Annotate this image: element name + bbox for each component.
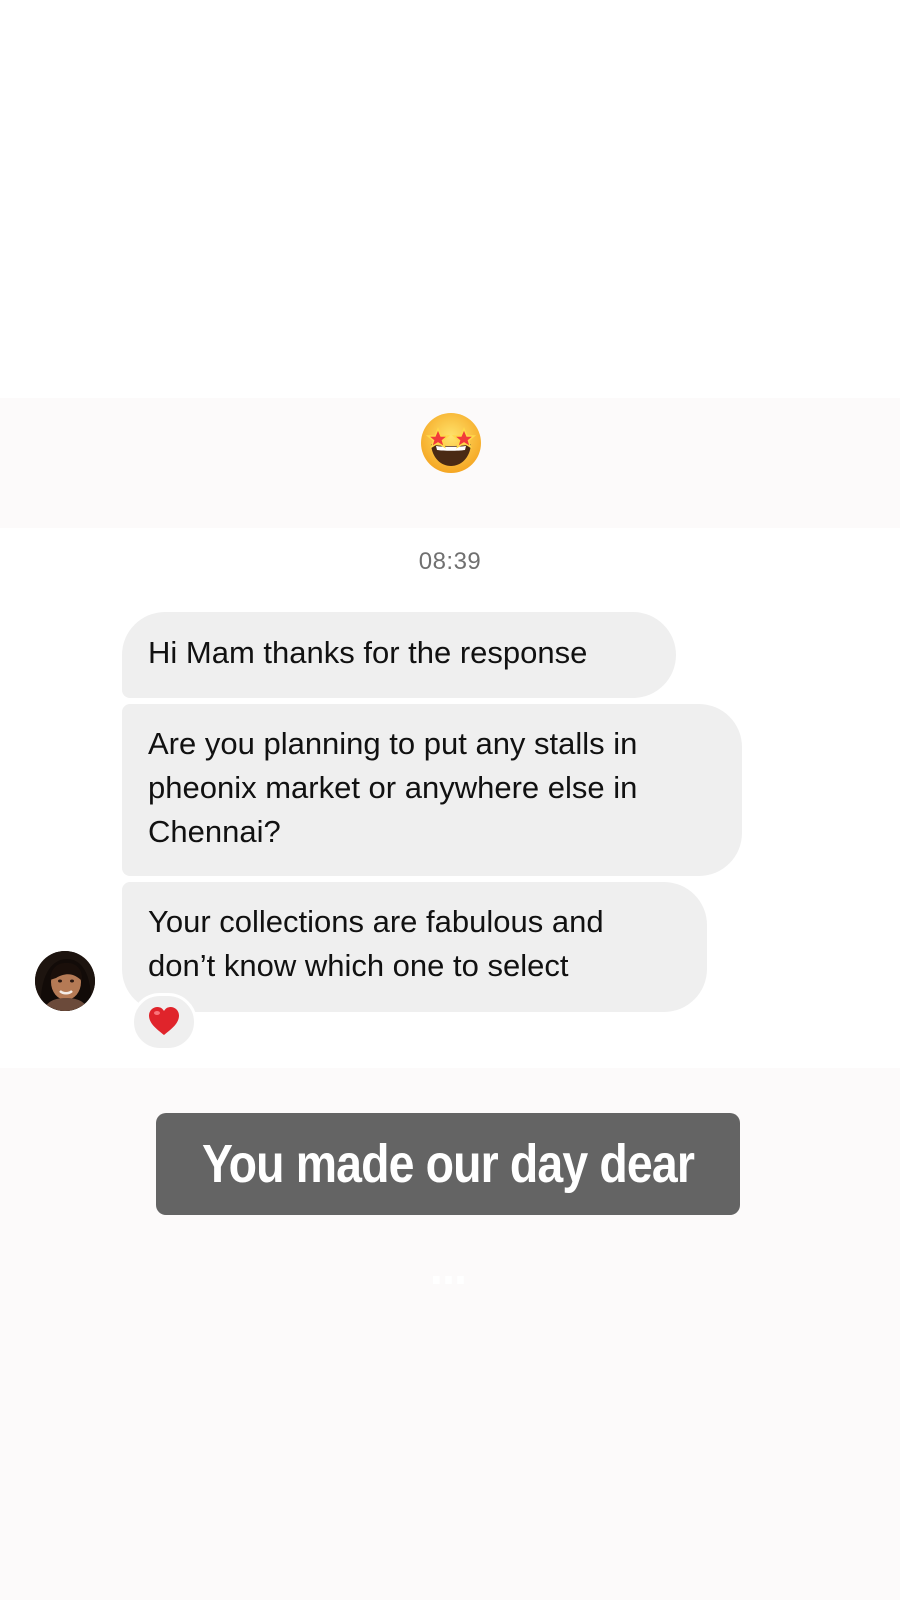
avatar-image-icon <box>35 951 95 1011</box>
star-struck-emoji-icon <box>421 413 481 473</box>
story-top-blank <box>0 0 900 398</box>
heart-reaction[interactable] <box>131 993 197 1051</box>
message-timestamp: 08:39 <box>418 548 482 575</box>
text-sticker[interactable]: You made our day dear ... <box>156 1113 740 1296</box>
message-bubble[interactable]: Your collections are fabulous and don’t … <box>122 882 707 1012</box>
message-bubble[interactable]: Hi Mam thanks for the response <box>122 612 676 698</box>
sender-avatar[interactable] <box>35 951 95 1011</box>
red-heart-icon <box>149 1007 179 1035</box>
sticker-text: You made our day dear ... <box>201 1134 695 1296</box>
message-bubble[interactable]: Are you planning to put any stalls in ph… <box>122 704 742 876</box>
